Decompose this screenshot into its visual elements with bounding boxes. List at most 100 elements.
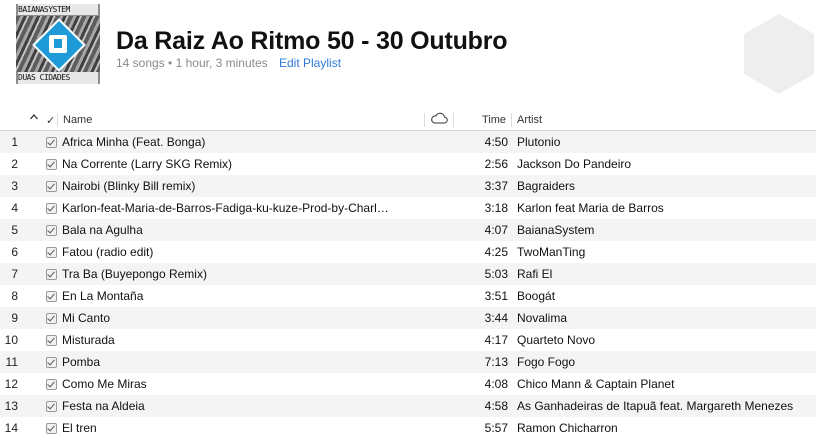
track-row[interactable]: 11 Pomba 7:13 Fogo Fogo — [0, 351, 816, 373]
track-row[interactable]: 9 Mi Canto 3:44 Novalima — [0, 307, 816, 329]
artwork-top-text: BAIANASYSTEM — [18, 4, 98, 15]
track-number: 13 — [4, 399, 18, 413]
track-artist: BaianaSystem — [517, 223, 595, 237]
track-checkbox[interactable] — [46, 291, 57, 302]
track-checkbox[interactable] — [46, 269, 57, 280]
column-header-check[interactable]: ✓ — [46, 114, 55, 127]
track-artist: Karlon feat Maria de Barros — [517, 201, 664, 215]
track-row[interactable]: 2 Na Corrente (Larry SKG Remix) 2:56 Jackso… — [0, 153, 816, 175]
track-artist: Fogo Fogo — [517, 355, 576, 369]
track-list: 1 Africa Minha (Feat. Bonga) 4:50 Plutonio … — [0, 131, 816, 439]
track-checkbox[interactable] — [46, 225, 57, 236]
track-checkbox[interactable] — [46, 203, 57, 214]
track-checkbox[interactable] — [46, 401, 57, 412]
track-time: 3:51 — [484, 289, 508, 303]
track-checkbox[interactable] — [46, 357, 57, 368]
track-checkbox[interactable] — [46, 247, 57, 258]
track-artist: Rafi El — [517, 267, 553, 281]
playlist-summary: 14 songs • 1 hour, 3 minutes Edit Playli… — [116, 56, 341, 70]
track-artist: Novalima — [517, 311, 568, 325]
track-time: 4:25 — [484, 245, 508, 259]
track-time: 4:50 — [484, 135, 508, 149]
track-name: Tra Ba (Buyepongo Remix) — [62, 267, 207, 281]
artwork-logo-glyph — [49, 35, 67, 53]
track-checkbox[interactable] — [46, 181, 57, 192]
cloud-icon[interactable] — [430, 112, 448, 127]
track-artist: As Ganhadeiras de Itapuã feat. Margareth… — [517, 399, 794, 413]
track-name: Nairobi (Blinky Bill remix) — [62, 179, 196, 193]
track-row[interactable]: 6 Fatou (radio edit) 4:25 TwoManTing — [0, 241, 816, 263]
track-name: Pomba — [62, 355, 101, 369]
track-name: Como Me Miras — [62, 377, 147, 391]
track-name: Africa Minha (Feat. Bonga) — [62, 135, 206, 149]
track-time: 4:17 — [484, 333, 508, 347]
track-artist: Quarteto Novo — [517, 333, 596, 347]
track-time: 3:44 — [484, 311, 508, 325]
chevron-up-icon[interactable] — [29, 112, 39, 125]
track-name: El tren — [62, 421, 97, 435]
track-artist: Plutonio — [517, 135, 561, 149]
track-artist: Chico Mann & Captain Planet — [517, 377, 675, 391]
track-number: 1 — [11, 135, 18, 149]
track-time: 5:57 — [484, 421, 508, 435]
column-separator — [511, 113, 512, 127]
track-checkbox[interactable] — [46, 423, 57, 434]
column-header-artist[interactable]: Artist — [517, 114, 542, 126]
track-name: Mi Canto — [62, 311, 111, 325]
track-number: 6 — [11, 245, 18, 259]
track-name: Fatou (radio edit) — [62, 245, 154, 259]
track-number: 11 — [5, 355, 18, 369]
column-header-time[interactable]: Time — [482, 114, 506, 126]
track-artist: Jackson Do Pandeiro — [517, 157, 632, 171]
track-number: 14 — [4, 421, 18, 435]
track-checkbox[interactable] — [46, 379, 57, 390]
column-header-row: ✓ Name Time Artist — [0, 110, 816, 131]
song-count: 14 songs — [116, 56, 165, 70]
track-number: 7 — [11, 267, 18, 281]
track-time: 5:03 — [484, 267, 508, 281]
playlist-artwork[interactable]: BAIANASYSTEM DUAS CIDADES — [16, 4, 100, 84]
track-name: En La Montaña — [62, 289, 144, 303]
track-artist: Boogát — [517, 289, 556, 303]
column-header-name[interactable]: Name — [63, 114, 92, 126]
track-number: 8 — [11, 289, 18, 303]
track-name: Misturada — [62, 333, 115, 347]
track-checkbox[interactable] — [46, 313, 57, 324]
hexagon-shape-icon — [744, 14, 814, 94]
track-artist: Ramon Chicharron — [517, 421, 618, 435]
column-separator — [453, 113, 454, 127]
track-row[interactable]: 8 En La Montaña 3:51 Boogát — [0, 285, 816, 307]
edit-playlist-link[interactable]: Edit Playlist — [279, 56, 341, 70]
track-time: 4:07 — [484, 223, 508, 237]
track-number: 9 — [11, 311, 18, 325]
column-separator — [57, 113, 58, 127]
track-time: 4:58 — [484, 399, 508, 413]
track-row[interactable]: 14 El tren 5:57 Ramon Chicharron — [0, 417, 816, 439]
summary-separator: • — [168, 56, 173, 70]
track-row[interactable]: 7 Tra Ba (Buyepongo Remix) 5:03 Rafi El — [0, 263, 816, 285]
track-time: 4:08 — [484, 377, 508, 391]
track-time: 3:18 — [484, 201, 508, 215]
track-row[interactable]: 1 Africa Minha (Feat. Bonga) 4:50 Plutonio — [0, 131, 816, 153]
track-row[interactable]: 12 Como Me Miras 4:08 Chico Mann & Captain … — [0, 373, 816, 395]
track-number: 12 — [4, 377, 18, 391]
track-number: 4 — [11, 201, 18, 215]
artwork-bottom-text: DUAS CIDADES — [18, 72, 98, 84]
track-number: 2 — [11, 157, 18, 171]
track-checkbox[interactable] — [46, 335, 57, 346]
track-artist: Bagraiders — [517, 179, 576, 193]
track-row[interactable]: 10 Misturada 4:17 Quarteto Novo — [0, 329, 816, 351]
track-row[interactable]: 3 Nairobi (Blinky Bill remix) 3:37 Bagraide… — [0, 175, 816, 197]
track-row[interactable]: 4 Karlon-feat-Maria-de-Barros-Fadiga-ku-k… — [0, 197, 816, 219]
track-number: 5 — [11, 223, 18, 237]
track-time: 2:56 — [484, 157, 508, 171]
track-checkbox[interactable] — [46, 137, 57, 148]
track-checkbox[interactable] — [46, 159, 57, 170]
track-row[interactable]: 13 Festa na Aldeia 4:58 As Ganhadeiras de I… — [0, 395, 816, 417]
column-separator — [424, 113, 425, 127]
playlist-title: Da Raiz Ao Ritmo 50 - 30 Outubro — [116, 27, 508, 55]
track-artist: TwoManTing — [517, 245, 586, 259]
track-row[interactable]: 5 Bala na Agulha 4:07 BaianaSystem — [0, 219, 816, 241]
track-number: 10 — [4, 333, 18, 347]
track-name: Karlon-feat-Maria-de-Barros-Fadiga-ku-ku… — [62, 201, 389, 215]
